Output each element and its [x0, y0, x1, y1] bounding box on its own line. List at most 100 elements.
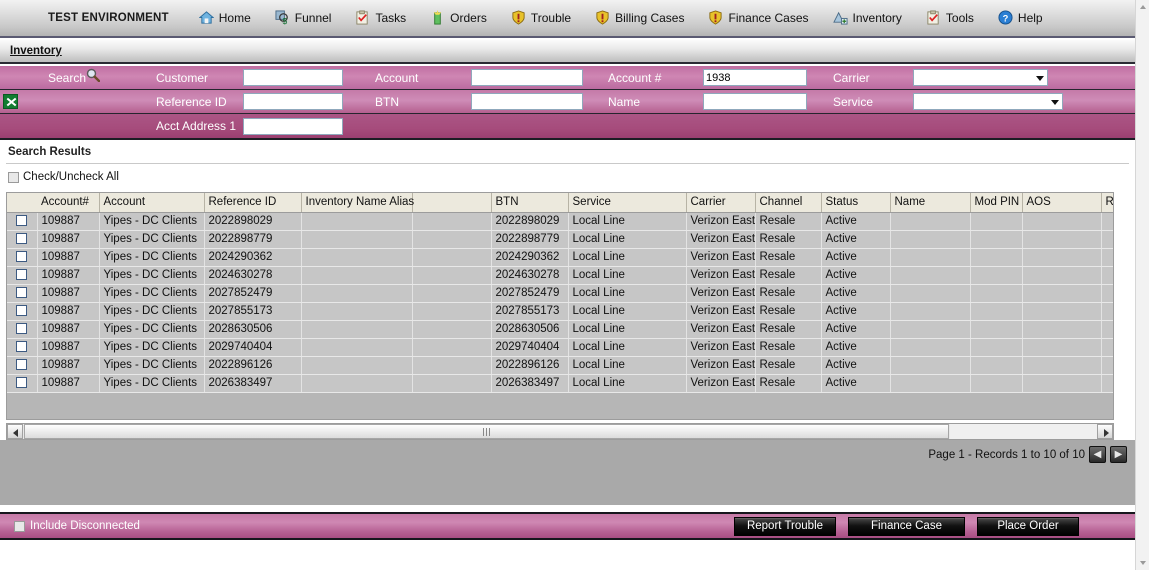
row-checkbox[interactable] [16, 377, 28, 389]
table-row[interactable]: 109887 Yipes - DC Clients 2029740404 202974… [7, 338, 1113, 357]
column-header-rtn[interactable]: RTN [1101, 193, 1113, 213]
table-row[interactable]: 109887 Yipes - DC Clients 2026383497 202638… [7, 374, 1113, 393]
service-select[interactable] [913, 93, 1063, 110]
row-checkbox-cell[interactable] [7, 266, 38, 285]
column-header-service[interactable]: Service [568, 193, 687, 213]
include-disconnected-checkbox[interactable] [14, 520, 25, 532]
row-checkbox[interactable] [16, 323, 28, 335]
column-header-btn[interactable]: BTN [491, 193, 569, 213]
chevron-down-icon [1036, 75, 1044, 81]
table-row[interactable]: 109887 Yipes - DC Clients 2022896126 202289… [7, 356, 1113, 375]
search-label-cell[interactable]: Search [0, 66, 148, 89]
check-uncheck-all[interactable]: Check/Uncheck All [8, 171, 119, 183]
page-vertical-scrollbar[interactable] [1135, 0, 1149, 570]
btn-input[interactable] [471, 93, 583, 110]
nav-item-help[interactable]: ? Help [998, 10, 1043, 26]
nav-item-home[interactable]: Home [198, 10, 251, 26]
report-trouble-button[interactable]: Report Trouble [734, 516, 836, 536]
row-checkbox[interactable] [16, 269, 28, 281]
nav-item-billing-cases[interactable]: Billing Cases [595, 10, 684, 26]
row-checkbox[interactable] [16, 215, 28, 227]
previous-page-button[interactable]: ◀ [1089, 446, 1106, 463]
row-checkbox-cell[interactable] [7, 320, 38, 339]
table-row[interactable]: 109887 Yipes - DC Clients 2024290362 202429… [7, 248, 1113, 267]
excel-export-cell[interactable] [0, 90, 148, 113]
tools-clipboard-icon [926, 10, 942, 26]
cell-account-num: 109887 [37, 374, 100, 393]
table-row[interactable]: 109887 Yipes - DC Clients 2027852479 202785… [7, 284, 1113, 303]
row-checkbox-cell[interactable] [7, 284, 38, 303]
horizontal-scroll-track[interactable] [950, 424, 1097, 439]
column-header-blank-0[interactable] [7, 193, 37, 213]
scroll-left-button[interactable] [7, 424, 23, 439]
search-results-header: Search Results [0, 142, 1135, 162]
row-checkbox-cell[interactable] [7, 356, 38, 375]
column-header-blank-5[interactable] [412, 193, 492, 213]
horizontal-scroll-thumb[interactable] [24, 424, 949, 439]
row-checkbox-cell[interactable] [7, 248, 38, 267]
row-checkbox-cell[interactable] [7, 302, 38, 321]
row-checkbox[interactable] [16, 287, 28, 299]
column-header-channel[interactable]: Channel [755, 193, 822, 213]
table-row[interactable]: 109887 Yipes - DC Clients 2024630278 202463… [7, 266, 1113, 285]
column-header-inventory-name-alias[interactable]: Inventory Name Alias [301, 193, 414, 213]
row-checkbox-cell[interactable] [7, 374, 38, 393]
scroll-down-button[interactable] [1136, 556, 1149, 570]
column-header-reference-id[interactable]: Reference ID [204, 193, 302, 213]
row-checkbox-cell[interactable] [7, 230, 38, 249]
nav-item-tasks[interactable]: Tasks [355, 10, 406, 26]
cell-blank [412, 212, 492, 231]
nav-item-label: Tools [945, 11, 974, 25]
cell-rtn [1101, 374, 1113, 393]
reference-id-input[interactable] [243, 93, 343, 110]
nav-item-tools[interactable]: Tools [926, 10, 974, 26]
column-header-name[interactable]: Name [890, 193, 971, 213]
nav-item-label: Help [1017, 11, 1043, 25]
column-header-account[interactable]: Account [99, 193, 205, 213]
table-row[interactable]: 109887 Yipes - DC Clients 2027855173 202785… [7, 302, 1113, 321]
cell-carrier: Verizon East [686, 320, 756, 339]
place-order-button[interactable]: Place Order [977, 516, 1079, 536]
carrier-select[interactable] [913, 69, 1048, 86]
label-account: Account [375, 70, 419, 85]
table-row[interactable]: 109887 Yipes - DC Clients 2028630506 202863… [7, 320, 1113, 339]
column-header-carrier[interactable]: Carrier [686, 193, 756, 213]
row-checkbox[interactable] [16, 251, 28, 263]
scroll-right-button[interactable] [1097, 424, 1113, 439]
row-checkbox[interactable] [16, 305, 28, 317]
column-header-mod-pin[interactable]: Mod PIN [970, 193, 1023, 213]
cell-rtn [1101, 284, 1113, 303]
nav-item-orders[interactable]: Orders [430, 10, 487, 26]
row-checkbox[interactable] [16, 233, 28, 245]
column-header-status[interactable]: Status [821, 193, 891, 213]
account-number-input[interactable] [703, 69, 807, 86]
nav-item-finance-cases[interactable]: Finance Cases [708, 10, 809, 26]
account-input[interactable] [471, 69, 583, 86]
table-row[interactable]: 109887 Yipes - DC Clients 2022898779 202289… [7, 230, 1113, 249]
table-row[interactable]: 109887 Yipes - DC Clients 2022898029 202289… [7, 212, 1113, 231]
acct-address-1-input[interactable] [243, 117, 343, 135]
include-disconnected[interactable]: Include Disconnected [14, 520, 140, 532]
finance-case-button[interactable]: Finance Case [848, 516, 965, 536]
nav-item-trouble[interactable]: Trouble [511, 10, 571, 26]
customer-input[interactable] [243, 69, 343, 86]
cell-alias [301, 320, 413, 339]
column-header-account-[interactable]: Account# [37, 193, 100, 213]
row-checkbox-cell[interactable] [7, 338, 38, 357]
cell-account: Yipes - DC Clients [99, 356, 205, 375]
cell-channel: Resale [755, 338, 822, 357]
row-checkbox[interactable] [16, 359, 28, 371]
next-page-button[interactable]: ▶ [1110, 446, 1127, 463]
horizontal-scrollbar[interactable] [6, 423, 1114, 440]
nav-item-inventory[interactable]: Inventory [832, 10, 902, 26]
check-uncheck-all-checkbox[interactable] [8, 171, 19, 183]
tab-inventory[interactable]: Inventory [10, 45, 62, 57]
nav-item-funnel[interactable]: $ Funnel [275, 10, 331, 26]
scroll-up-button[interactable] [1136, 0, 1149, 14]
column-header-aos[interactable]: AOS [1022, 193, 1102, 213]
row-checkbox[interactable] [16, 341, 28, 353]
row-checkbox-cell[interactable] [7, 212, 38, 231]
name-input[interactable] [703, 93, 807, 110]
cell-btn: 2027855173 [491, 302, 569, 321]
excel-export-icon[interactable] [2, 94, 18, 109]
